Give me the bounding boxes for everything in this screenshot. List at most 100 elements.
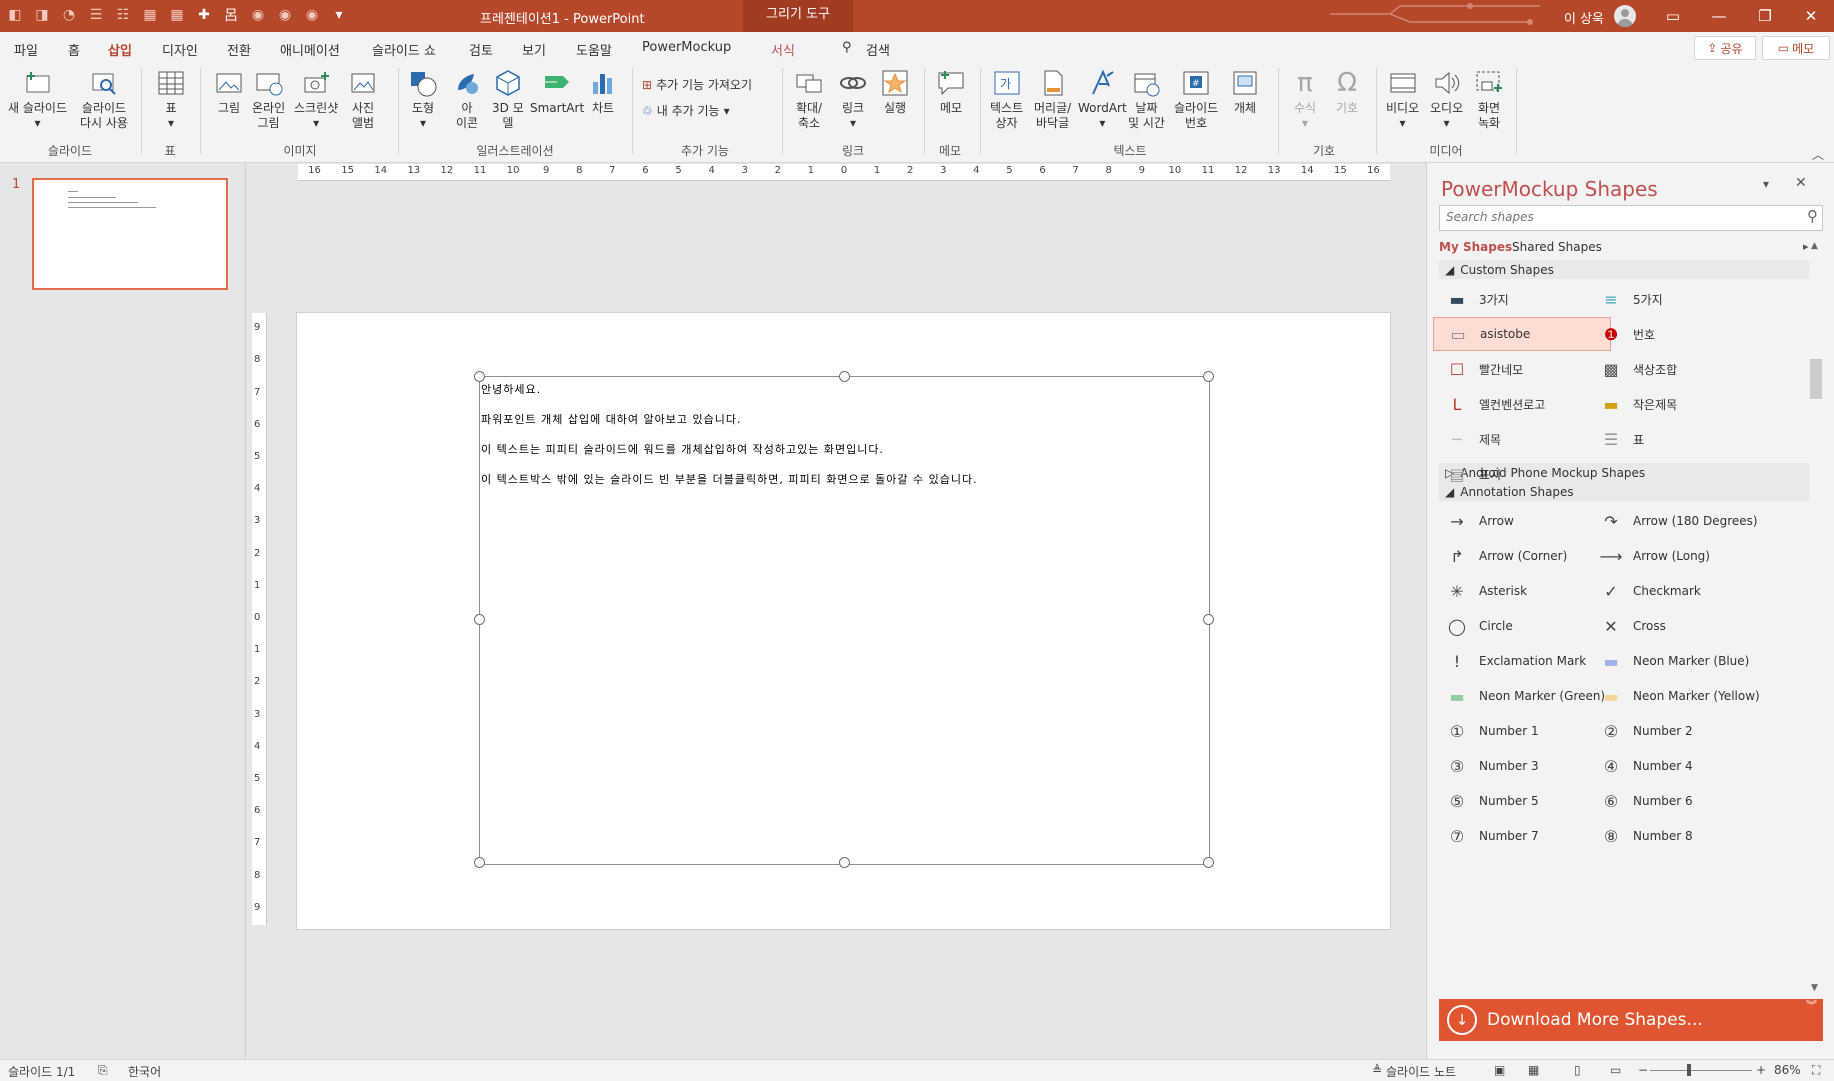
date-time-button[interactable]: 날짜 및 시간 <box>1128 68 1165 131</box>
annotation-shape-item[interactable]: ✳ Asterisk <box>1433 574 1611 608</box>
annotation-shape-item[interactable]: ! Exclamation Mark <box>1433 644 1611 678</box>
shapes-button[interactable]: 도형 ▾ <box>408 68 438 131</box>
annotation-shape-item[interactable]: ② Number 2 <box>1587 714 1765 748</box>
annotation-shape-item[interactable]: ⑥ Number 6 <box>1587 784 1765 818</box>
add-icon[interactable]: ✚ <box>195 6 213 24</box>
resize-handle[interactable] <box>1203 371 1214 382</box>
wordart-button[interactable]: WordArt ▾ <box>1078 68 1127 131</box>
custom-shape-item[interactable]: ▩ 색상조합 <box>1587 352 1765 386</box>
annotation-shape-item[interactable]: ▬ Neon Marker (Green) <box>1433 679 1611 713</box>
scrollbar-thumb[interactable] <box>1810 359 1822 399</box>
tab-slideshow[interactable]: 슬라이드 쇼 <box>372 40 436 59</box>
scroll-down-icon[interactable]: ▼ <box>1811 983 1818 993</box>
tab-shared-shapes[interactable]: Shared Shapes <box>1512 240 1602 254</box>
annotation-shape-item[interactable]: ④ Number 4 <box>1587 749 1765 783</box>
chart-button[interactable]: 차트 <box>588 68 618 116</box>
resize-handle[interactable] <box>839 857 850 868</box>
slide-canvas[interactable]: 안녕하세요. 파워포인트 개체 삽입에 대하여 알아보고 있습니다. 이 텍스트… <box>296 312 1391 930</box>
screenshot-button[interactable]: 스크린샷 ▾ <box>294 68 338 131</box>
download-more-shapes-button[interactable]: ↓ Download More Shapes... ︾ <box>1439 999 1823 1041</box>
qat-icon[interactable]: ▦ <box>141 6 159 24</box>
custom-shape-item[interactable]: ☰ 표 <box>1587 422 1765 456</box>
collapse-ribbon-icon[interactable]: ︿ <box>1812 146 1824 163</box>
section-custom-shapes[interactable]: ◢ Custom Shapes <box>1439 260 1813 279</box>
qat-icon[interactable]: ▦ <box>168 6 186 24</box>
tab-help[interactable]: 도움말 <box>576 40 612 59</box>
header-footer-button[interactable]: 머리글/바닥글 <box>1034 68 1071 131</box>
tab-my-shapes[interactable]: My Shapes <box>1439 240 1512 254</box>
collapse-icon[interactable]: ︾ <box>1806 997 1817 1013</box>
normal-view-icon[interactable]: ▣ <box>1494 1063 1505 1077</box>
custom-shape-item[interactable]: ▤ 표지 <box>1433 457 1611 491</box>
tab-design[interactable]: 디자인 <box>162 40 198 59</box>
custom-shape-item[interactable]: ▬ 3가지 <box>1433 282 1611 316</box>
tab-search[interactable]: 검색 <box>866 40 890 59</box>
panel-options-icon[interactable]: ▾ <box>1763 177 1769 191</box>
annotation-shape-item[interactable]: ③ Number 3 <box>1433 749 1611 783</box>
tab-powermockup[interactable]: PowerMockup <box>642 40 731 55</box>
equation-button[interactable]: π 수식 ▾ <box>1290 68 1320 131</box>
symbol-button[interactable]: Ω 기호 <box>1332 68 1362 116</box>
resize-handle[interactable] <box>1203 614 1214 625</box>
slide-number-button[interactable]: # 슬라이드 번호 <box>1174 68 1218 131</box>
tab-format[interactable]: 서식 <box>771 40 795 59</box>
qat-icon[interactable]: ◉ <box>249 6 267 24</box>
custom-shape-item[interactable]: L 엘컨벤션로고 <box>1433 387 1611 421</box>
new-slide-button[interactable]: 새 슬라이드 ▾ <box>8 68 67 131</box>
tab-file[interactable]: 파일 <box>14 40 38 59</box>
resize-handle[interactable] <box>1203 857 1214 868</box>
annotation-shape-item[interactable]: ▬ Neon Marker (Yellow) <box>1587 679 1765 713</box>
user-name[interactable]: 이 상욱 <box>1564 8 1604 27</box>
zoom-in-icon[interactable]: + <box>1756 1063 1766 1077</box>
tab-home[interactable]: 홈 <box>68 40 80 59</box>
annotation-shape-item[interactable]: ⟶ Arrow (Long) <box>1587 539 1765 573</box>
fit-slide-icon[interactable]: ⛶ <box>1812 1063 1820 1078</box>
close-icon[interactable]: ✕ <box>1788 0 1834 32</box>
object-button[interactable]: 개체 <box>1230 68 1260 116</box>
tab-review[interactable]: 검토 <box>469 40 493 59</box>
resize-handle[interactable] <box>474 857 485 868</box>
avatar[interactable] <box>1614 5 1636 27</box>
online-pictures-button[interactable]: 온라인 그림 <box>252 68 285 131</box>
notes-icon[interactable]: ≜ <box>1372 1063 1382 1077</box>
tab-transitions[interactable]: 전환 <box>227 40 251 59</box>
annotation-shape-item[interactable]: ↷ Arrow (180 Degrees) <box>1587 504 1765 538</box>
resize-handle[interactable] <box>474 614 485 625</box>
panel-scrollbar[interactable]: ▲ ▼ <box>1809 241 1823 993</box>
slideshow-icon[interactable]: ▭ <box>1610 1063 1621 1077</box>
embedded-word-object[interactable]: 안녕하세요. 파워포인트 개체 삽입에 대하여 알아보고 있습니다. 이 텍스트… <box>474 371 1214 868</box>
custom-shape-item[interactable]: ▭ asistobe <box>1433 317 1611 351</box>
scroll-up-icon[interactable]: ▲ <box>1811 241 1818 251</box>
customize-qat-icon[interactable]: ▾ <box>330 6 348 24</box>
ribbon-display-icon[interactable]: ▭ <box>1650 0 1696 32</box>
qat-icon[interactable]: ◔ <box>60 6 78 24</box>
screen-recording-button[interactable]: 화면 녹화 <box>1474 68 1504 131</box>
minimize-icon[interactable]: — <box>1696 0 1742 32</box>
resize-handle[interactable] <box>839 371 850 382</box>
annotation-shape-item[interactable]: ⑦ Number 7 <box>1433 819 1611 853</box>
tab-animations[interactable]: 애니메이션 <box>280 40 340 59</box>
annotation-shape-item[interactable]: ↱ Arrow (Corner) <box>1433 539 1611 573</box>
reading-view-icon[interactable]: ▯ <box>1574 1063 1581 1077</box>
get-addins-button[interactable]: ⊞ 추가 기능 가져오기 <box>642 76 752 93</box>
slide-thumbnail[interactable] <box>32 178 228 290</box>
custom-shape-item[interactable]: ▬ 작은제목 <box>1587 387 1765 421</box>
annotation-shape-item[interactable]: ▬ Neon Marker (Blue) <box>1587 644 1765 678</box>
restore-icon[interactable]: ❐ <box>1742 0 1788 32</box>
textbox-button[interactable]: 가 텍스트 상자 <box>990 68 1023 131</box>
tab-insert[interactable]: 삽입 <box>108 40 132 65</box>
link-button[interactable]: 링크 ▾ <box>838 68 868 131</box>
zoom-slider[interactable] <box>1650 1064 1752 1076</box>
qat-icon[interactable]: ◉ <box>303 6 321 24</box>
qat-icon[interactable]: ◧ <box>6 6 24 24</box>
my-addins-button[interactable]: ♲ 내 추가 기능 ▾ <box>642 102 730 119</box>
search-icon[interactable]: ⚲ <box>1807 207 1818 225</box>
search-shapes-field[interactable]: ⚲ <box>1439 205 1823 231</box>
qat-icon[interactable]: ☷ <box>114 6 132 24</box>
3d-models-button[interactable]: 3D 모델 <box>492 68 524 131</box>
language-indicator[interactable]: 한국어 <box>128 1063 161 1080</box>
zoom-button[interactable]: 확대/축소 <box>794 68 824 131</box>
qat-icon[interactable]: ☰ <box>87 6 105 24</box>
qat-icon[interactable]: 呂 <box>222 6 240 24</box>
table-button[interactable]: 표 ▾ <box>156 68 186 131</box>
